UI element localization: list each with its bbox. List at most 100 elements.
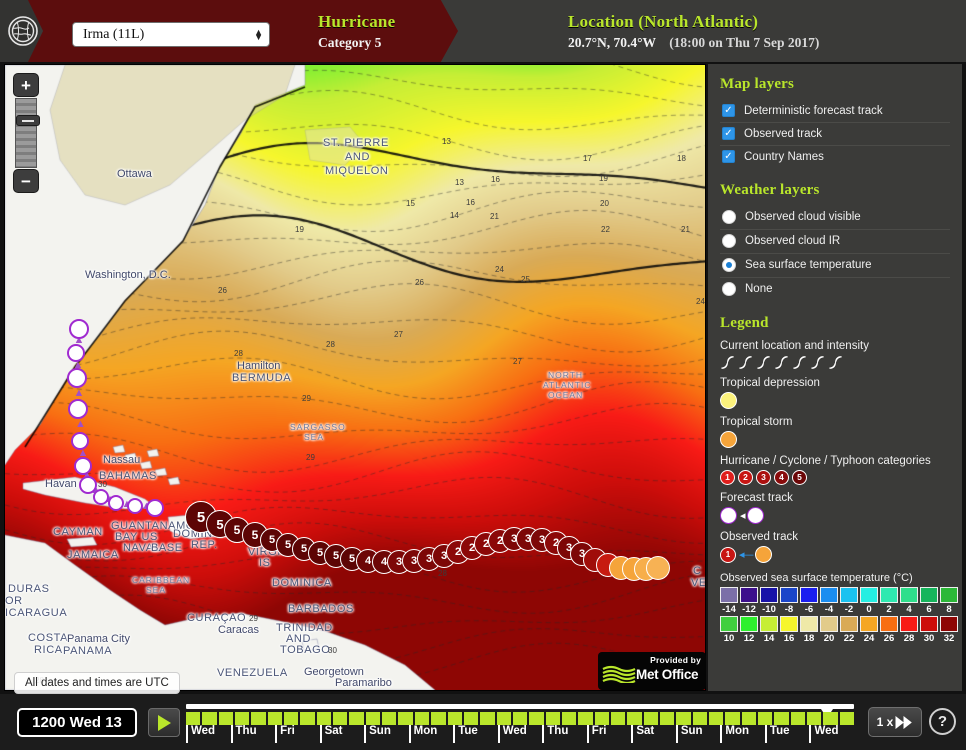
- timeline-block[interactable]: [431, 712, 446, 725]
- timeline-blocks[interactable]: [186, 712, 855, 725]
- radio-icon[interactable]: [722, 282, 736, 296]
- radio-icon[interactable]: [722, 210, 736, 224]
- timeline-block[interactable]: [480, 712, 495, 725]
- timeline-block[interactable]: [627, 712, 642, 725]
- timeline-block[interactable]: [807, 712, 822, 725]
- timeline-block[interactable]: [300, 712, 315, 725]
- map-layer-option[interactable]: ✓ Deterministic forecast track: [720, 100, 950, 123]
- timeline-block[interactable]: [463, 712, 479, 725]
- timeline-block[interactable]: [267, 712, 283, 725]
- timeline-block[interactable]: [823, 712, 838, 725]
- timeline-block[interactable]: [725, 712, 740, 725]
- sst-color-swatch: [760, 616, 778, 632]
- zoom-slider-handle[interactable]: [16, 115, 40, 126]
- weather-layer-option[interactable]: None: [720, 278, 950, 301]
- location-row: 20.7°N, 70.4°W (18:00 on Thu 7 Sep 2017): [568, 33, 819, 53]
- forecast-track-marker[interactable]: [74, 457, 92, 475]
- forecast-track-marker[interactable]: [69, 319, 89, 339]
- tropical-storm-marker[interactable]: [646, 556, 670, 580]
- sst-tick-label: 4: [906, 604, 912, 615]
- timeline-block[interactable]: [643, 712, 658, 725]
- timeline-block[interactable]: [839, 712, 855, 725]
- zoom-in-button[interactable]: +: [13, 73, 39, 97]
- timeline-block[interactable]: [414, 712, 430, 725]
- sst-color-swatch: [880, 587, 898, 603]
- timeline-block[interactable]: [202, 712, 217, 725]
- timeline-progress-bar[interactable]: [186, 704, 854, 709]
- timeline-block[interactable]: [529, 712, 544, 725]
- timeline-day-label: Mon: [720, 725, 749, 743]
- timeline-block[interactable]: [235, 712, 250, 725]
- timeline-block[interactable]: [578, 712, 593, 725]
- storm-kind-label: Hurricane: [318, 12, 396, 31]
- storm-select-value: Irma (11L): [83, 26, 145, 42]
- weather-layer-option[interactable]: Observed cloud visible: [720, 206, 950, 230]
- help-button[interactable]: ?: [929, 708, 956, 735]
- chevron-updown-icon[interactable]: ▲ ▼: [254, 27, 263, 41]
- timeline-block[interactable]: [316, 712, 332, 725]
- map-viewport[interactable]: Ottawa Washington, D.C. ST. PIERRE AND MIQUE…: [4, 64, 706, 691]
- legend-tropical-storm-label: Tropical storm: [720, 416, 793, 428]
- timeline-block[interactable]: [774, 712, 789, 725]
- timeline-block[interactable]: [692, 712, 707, 725]
- timeline-block[interactable]: [349, 712, 364, 725]
- timeline-block[interactable]: [365, 712, 381, 725]
- timeline-block[interactable]: [496, 712, 511, 725]
- checkbox-icon[interactable]: ✓: [722, 104, 735, 117]
- forecast-track-marker[interactable]: [146, 499, 164, 517]
- timeline-block[interactable]: [398, 712, 413, 725]
- sst-tick-row-2: 10 12 14 16 18 20 22 24 26 28 30 32: [720, 633, 955, 644]
- cyclone-intensity-icons: [720, 355, 950, 370]
- timeline-block[interactable]: [512, 712, 528, 725]
- timeline-block[interactable]: [741, 712, 757, 725]
- timeline-block[interactable]: [284, 712, 299, 725]
- checkbox-icon[interactable]: ✓: [722, 127, 735, 140]
- timeline-block[interactable]: [709, 712, 724, 725]
- storm-select[interactable]: Irma (11L) ▲ ▼: [72, 22, 270, 47]
- timeline-block[interactable]: [545, 712, 560, 725]
- timeline-block[interactable]: [676, 712, 691, 725]
- forecast-track-marker[interactable]: [71, 432, 89, 450]
- sst-color-swatch: [840, 587, 858, 603]
- forecast-track-marker[interactable]: [127, 498, 143, 514]
- timeline-block[interactable]: [251, 712, 266, 725]
- map-raster[interactable]: [5, 65, 705, 690]
- timeline-block[interactable]: [659, 712, 675, 725]
- forecast-track-marker[interactable]: [93, 489, 109, 505]
- playback-speed-button[interactable]: 1 x: [868, 707, 922, 737]
- timeline-block[interactable]: [758, 712, 773, 725]
- forecast-track-marker[interactable]: [67, 368, 87, 388]
- legend-tropical-depression-label: Tropical depression: [720, 377, 820, 389]
- timeline-day-label: Fri: [586, 725, 607, 743]
- radio-icon[interactable]: [722, 258, 736, 272]
- timeline-block[interactable]: [186, 712, 201, 725]
- timeline-slider[interactable]: Wed Thu Fri Sat Sun Mon Tue Wed Thu Fri Sat Sun Mon T…: [186, 704, 855, 746]
- map-layer-option[interactable]: ✓ Observed track: [720, 123, 950, 146]
- weather-layer-option[interactable]: Sea surface temperature: [720, 254, 950, 278]
- timeline-block[interactable]: [447, 712, 462, 725]
- timeline-block[interactable]: [382, 712, 397, 725]
- zoom-out-button[interactable]: −: [13, 169, 39, 193]
- forecast-track-marker[interactable]: [68, 399, 88, 419]
- forecast-track-marker[interactable]: [67, 344, 85, 362]
- forecast-track-marker[interactable]: [108, 495, 124, 511]
- category-dot: 3: [756, 470, 771, 485]
- timeline-block[interactable]: [594, 712, 609, 725]
- timeline-block[interactable]: [610, 712, 626, 725]
- timeline-block[interactable]: [333, 712, 348, 725]
- timeline-block[interactable]: [561, 712, 577, 725]
- forecast-track-arrow-icon: ▲: [73, 386, 85, 399]
- zoom-slider-track[interactable]: [15, 98, 40, 168]
- map-layer-option[interactable]: ✓ Country Names: [720, 146, 950, 168]
- timeline-block[interactable]: [218, 712, 234, 725]
- map-zoom-control[interactable]: + −: [13, 73, 40, 193]
- legend-categories-label: Hurricane / Cyclone / Typhoon categories: [720, 455, 931, 467]
- play-button[interactable]: [148, 708, 180, 737]
- timeline-day-label: Tue: [453, 725, 478, 743]
- timeline-block[interactable]: [790, 712, 806, 725]
- checkbox-icon[interactable]: ✓: [722, 150, 735, 163]
- radio-icon[interactable]: [722, 234, 736, 248]
- header-bar: Irma (11L) ▲ ▼ Hurricane Category 5 Locat…: [0, 0, 966, 62]
- location-coords: 20.7°N, 70.4°W: [568, 35, 656, 50]
- weather-layer-option[interactable]: Observed cloud IR: [720, 230, 950, 254]
